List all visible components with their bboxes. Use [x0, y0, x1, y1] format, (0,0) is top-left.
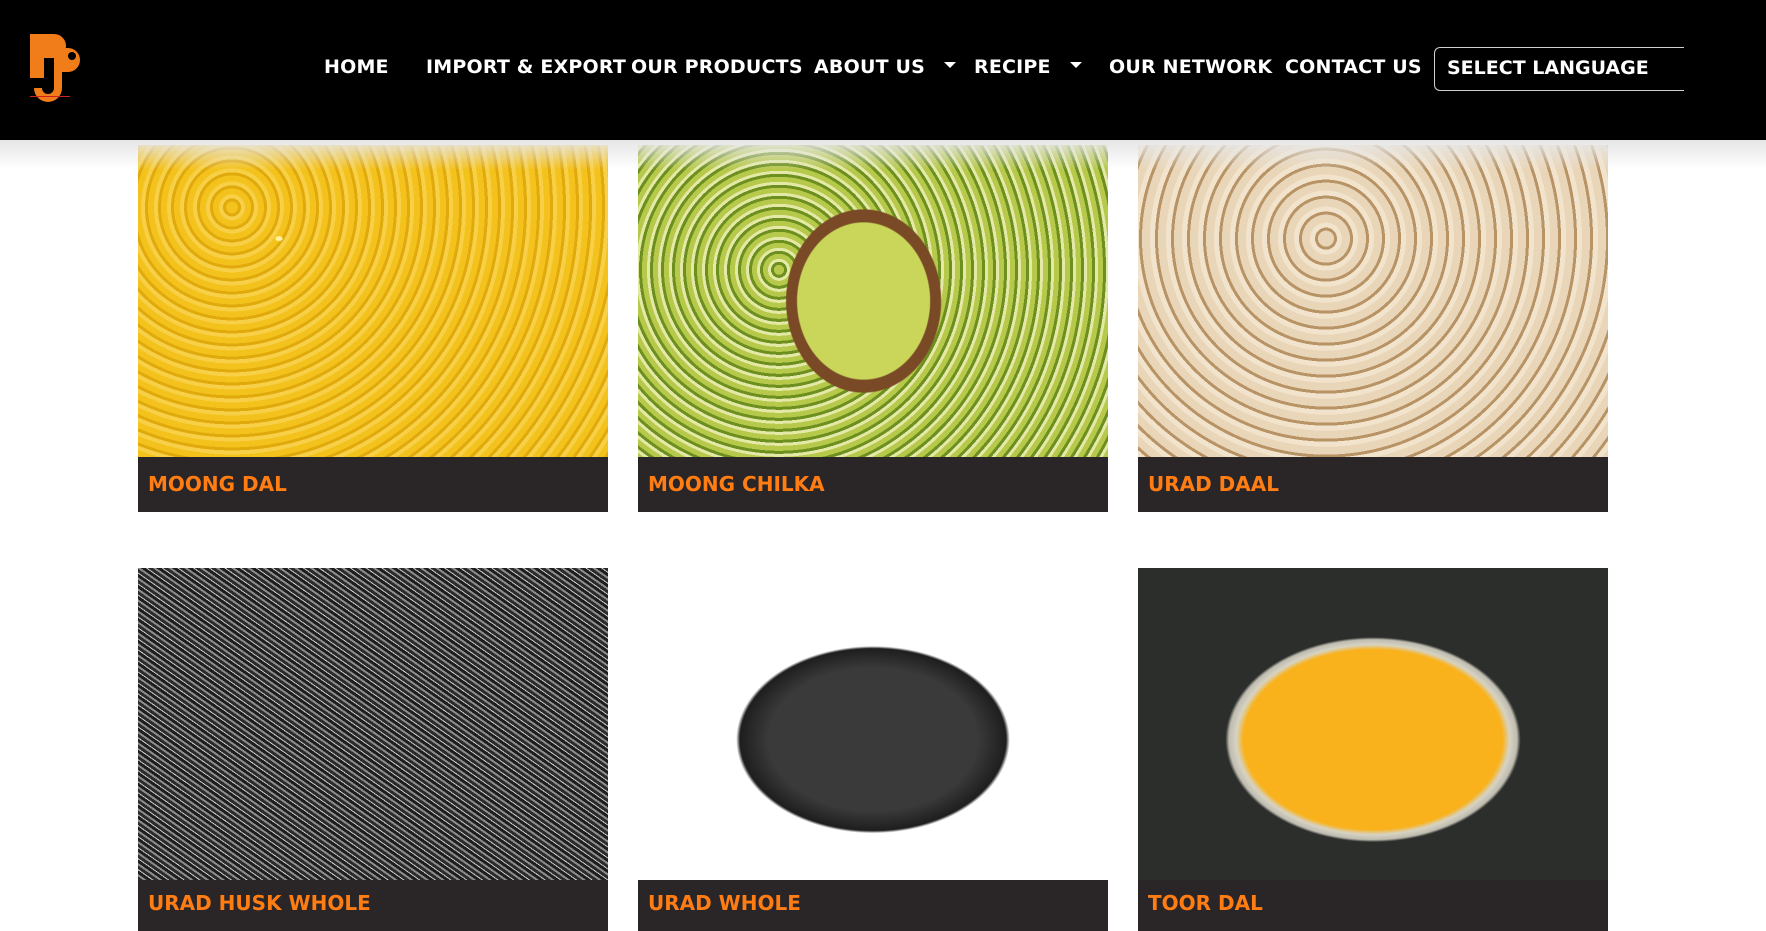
urad-whole-image: [638, 568, 1108, 880]
product-card[interactable]: MOONG CHILKA: [638, 145, 1108, 512]
product-name: MOONG DAL: [148, 472, 287, 496]
product-name: URAD HUSK WHOLE: [148, 891, 371, 915]
nav-item-recipe[interactable]: RECIPE: [974, 56, 1082, 78]
product-card[interactable]: URAD DAAL: [1138, 145, 1608, 512]
caret-down-icon: [1069, 61, 1082, 68]
urad-husk-whole-image: [138, 568, 608, 880]
navbar-shadow: [0, 140, 1766, 170]
nav-item-import-export[interactable]: IMPORT & EXPORT: [426, 56, 626, 78]
nav-item-contact-us[interactable]: CONTACT US: [1285, 56, 1422, 78]
urad-daal-image: [1138, 145, 1608, 457]
language-select-label: SELECT LANGUAGE: [1447, 57, 1649, 79]
product-name: TOOR DAL: [1148, 891, 1263, 915]
nav-item-label: ABOUT US: [814, 56, 926, 78]
moong-chilka-image: [638, 145, 1108, 457]
product-name: URAD WHOLE: [648, 891, 801, 915]
language-select[interactable]: SELECT LANGUAGE: [1434, 47, 1684, 91]
caret-down-icon: [943, 61, 956, 68]
nav-item-label: OUR NETWORK: [1109, 56, 1273, 78]
nav-item-our-network[interactable]: OUR NETWORK: [1109, 56, 1272, 78]
nav-item-our-products[interactable]: OUR PRODUCTS: [631, 56, 803, 78]
product-card[interactable]: TOOR DAL: [1138, 568, 1608, 931]
product-card[interactable]: URAD HUSK WHOLE: [138, 568, 608, 931]
nav-menu: HOME IMPORT & EXPORT OUR PRODUCTS ABOUT …: [0, 0, 1766, 140]
toor-dal-image: [1138, 568, 1608, 880]
nav-item-about-us[interactable]: ABOUT US: [814, 56, 956, 78]
nav-item-home[interactable]: HOME: [324, 56, 389, 78]
product-name: URAD DAAL: [1148, 472, 1279, 496]
product-card[interactable]: MOONG DAL: [138, 145, 608, 512]
nav-item-label: CONTACT US: [1285, 56, 1422, 78]
product-name: MOONG CHILKA: [648, 472, 825, 496]
top-navbar: HOME IMPORT & EXPORT OUR PRODUCTS ABOUT …: [0, 0, 1766, 140]
nav-item-label: HOME: [324, 56, 389, 78]
nav-item-label: IMPORT & EXPORT: [426, 56, 627, 78]
nav-item-label: OUR PRODUCTS: [631, 56, 803, 78]
product-card[interactable]: URAD WHOLE: [638, 568, 1108, 931]
moong-dal-image: [138, 145, 608, 457]
nav-item-label: RECIPE: [974, 56, 1051, 78]
